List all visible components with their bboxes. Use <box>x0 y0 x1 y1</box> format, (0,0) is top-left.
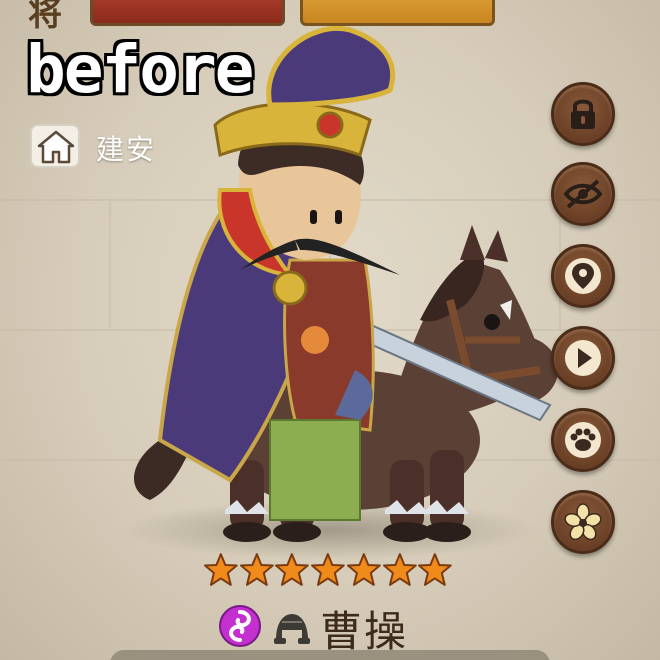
flower-button[interactable] <box>551 490 615 554</box>
lock-button[interactable] <box>551 82 615 146</box>
hide-button[interactable] <box>551 162 615 226</box>
location-button[interactable] <box>551 244 615 308</box>
star-icon <box>418 553 453 586</box>
bottom-bar[interactable] <box>110 650 550 660</box>
eye-off-icon <box>563 179 603 209</box>
star-icon <box>275 553 310 586</box>
paw-icon <box>570 428 596 451</box>
hero-star-rating <box>203 552 453 592</box>
game-screen: 将 before 建安 曹操 <box>0 0 660 660</box>
star-icon <box>346 553 381 586</box>
star-icon <box>239 553 274 586</box>
star-icon <box>203 553 238 586</box>
before-overlay-label: before <box>26 31 254 108</box>
star-icon <box>382 553 417 586</box>
map-pin-icon <box>572 263 594 289</box>
flower-icon <box>564 503 602 541</box>
play-button[interactable] <box>551 326 615 390</box>
helmet-icon <box>274 614 310 644</box>
star-icon <box>311 553 345 586</box>
swirl-faction-icon <box>219 605 261 647</box>
lock-icon <box>571 99 595 129</box>
play-icon <box>578 348 592 368</box>
top-partial-glyph: 将 <box>28 0 62 34</box>
home-icon <box>37 130 75 164</box>
city-label: 建安 <box>96 133 157 166</box>
pet-button[interactable] <box>551 408 615 472</box>
home-badge[interactable] <box>30 124 80 168</box>
